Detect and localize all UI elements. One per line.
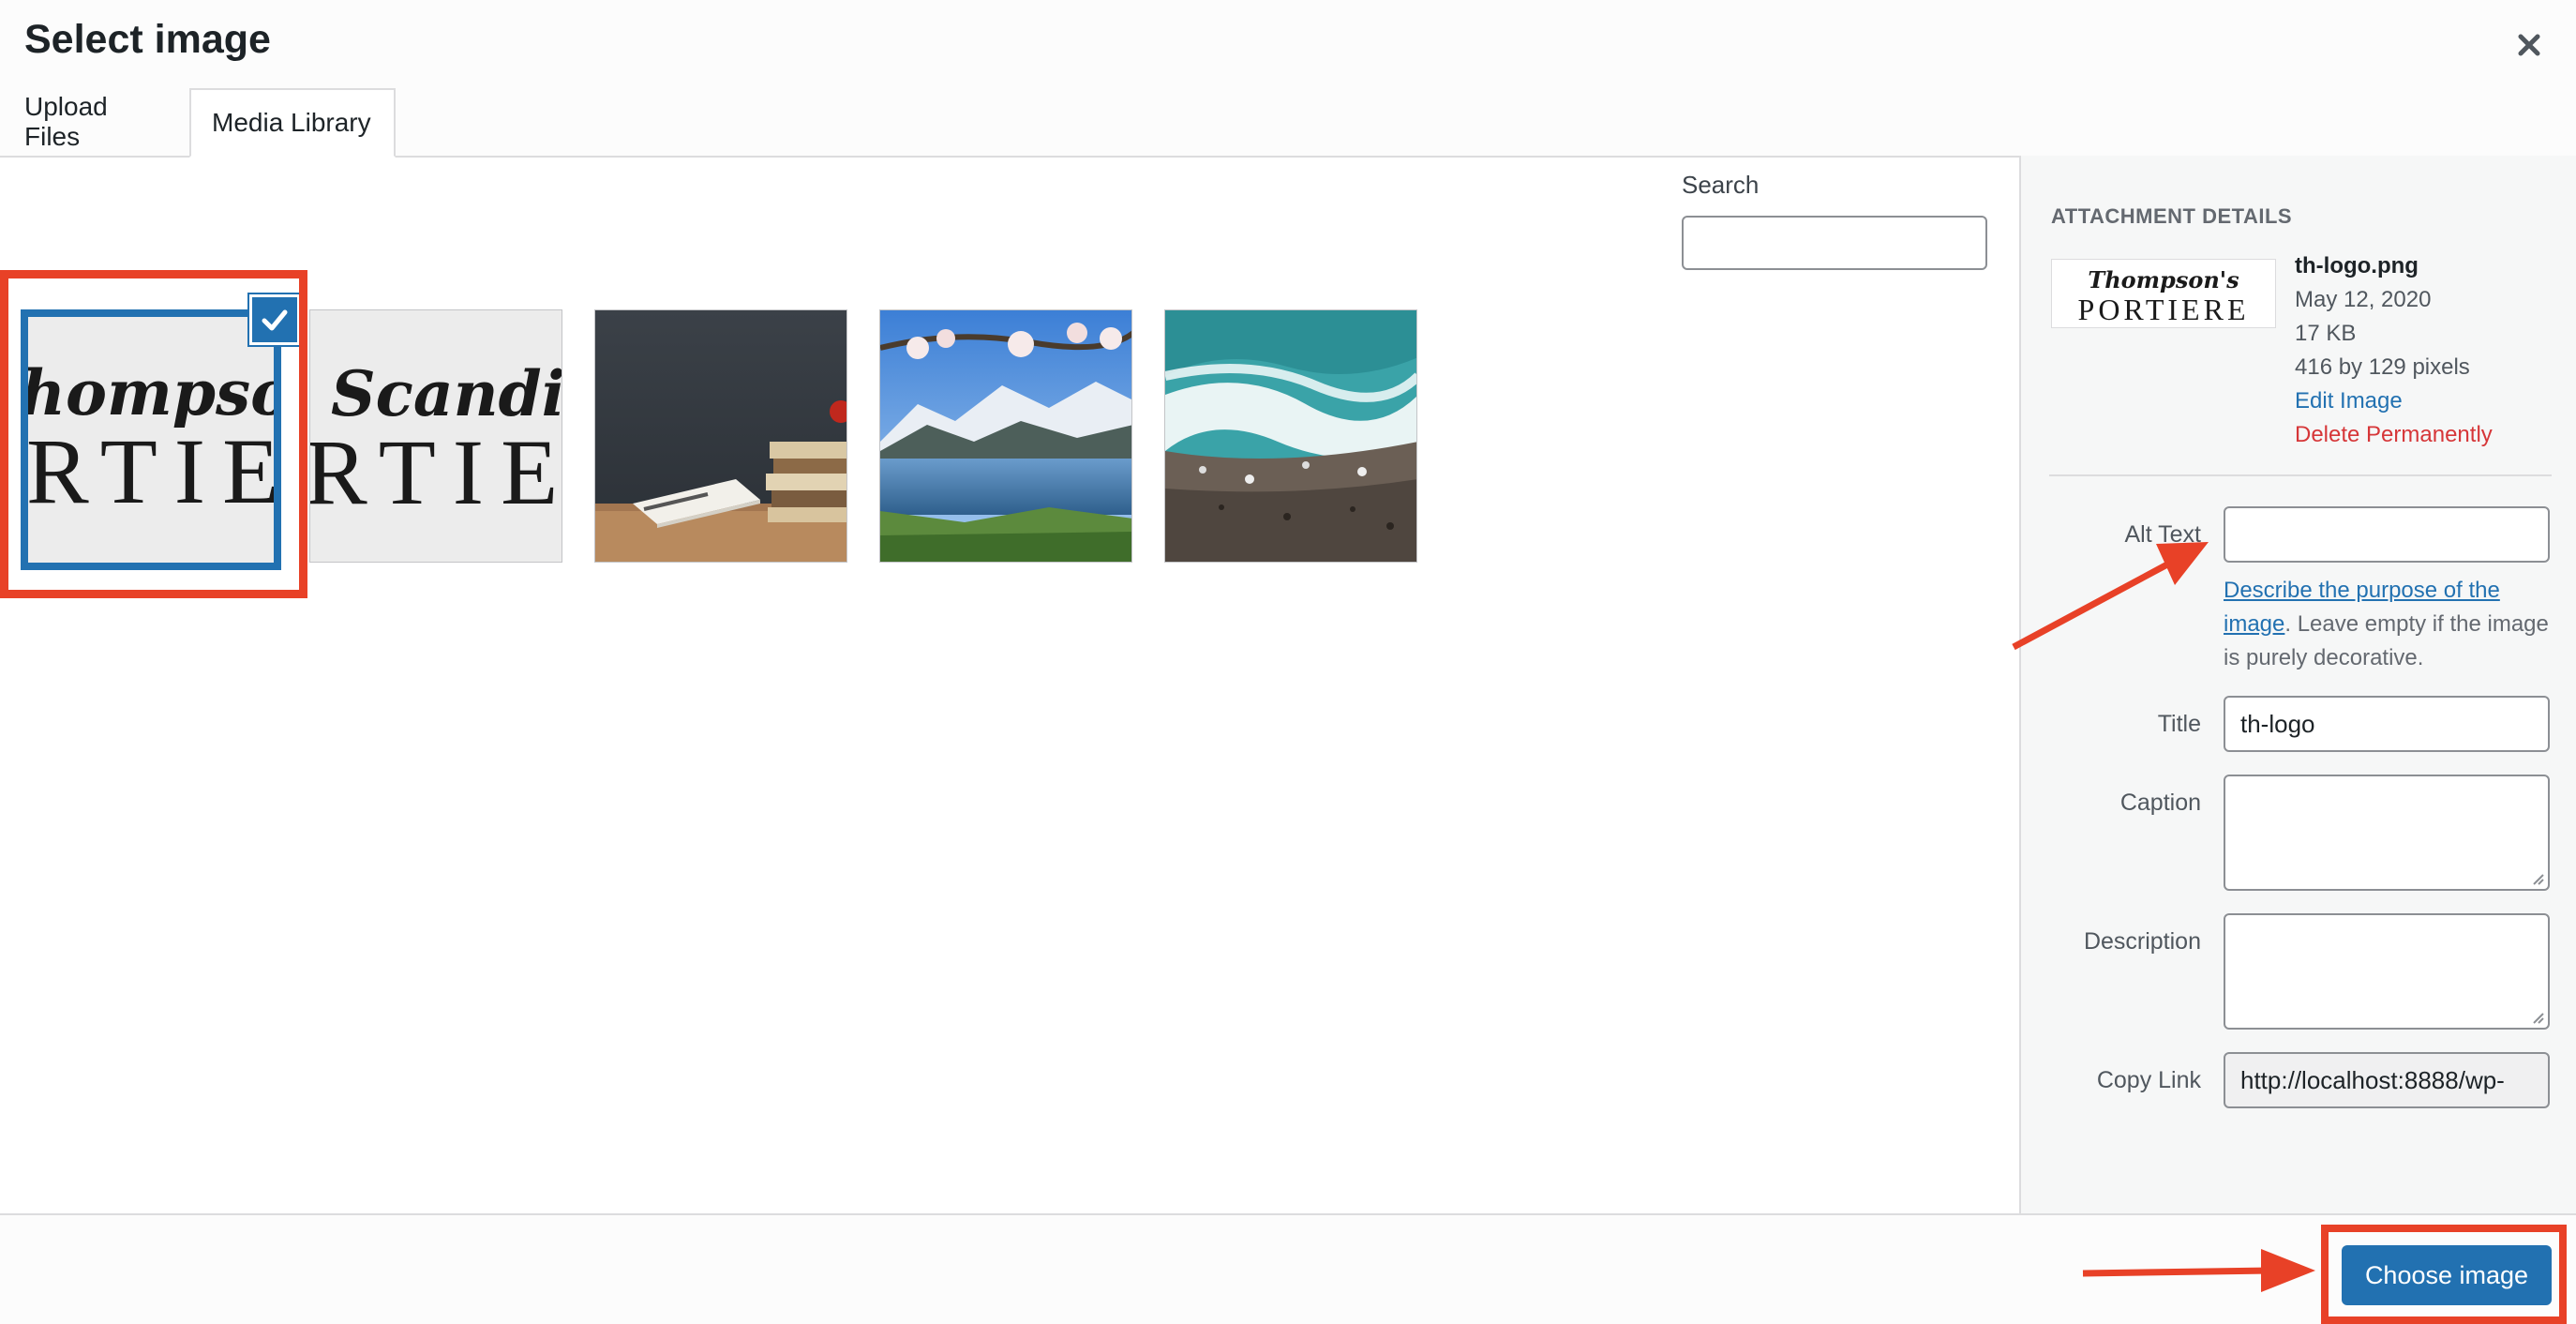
title-label: Title — [2157, 711, 2201, 737]
copy-link-label: Copy Link — [2096, 1067, 2201, 1093]
media-item-fjord-photo[interactable] — [879, 309, 1132, 563]
title-input[interactable]: th-logo — [2224, 696, 2550, 752]
modal-footer — [0, 1213, 2576, 1324]
alt-text-label: Alt Text — [2124, 521, 2201, 548]
modal-header: Select image Upload Files Media Library — [0, 0, 2576, 158]
attachment-thumbnail: Thompson's PORTIERE — [2051, 259, 2276, 328]
choose-image-button[interactable]: Choose image — [2342, 1245, 2552, 1305]
checkmark-icon — [262, 309, 288, 331]
logo-text-line2: RTIE — [28, 419, 274, 523]
resize-handle-icon[interactable] — [2531, 872, 2544, 885]
fjord-photo-image — [880, 310, 1131, 562]
books-photo-image — [595, 310, 846, 562]
caption-textarea[interactable] — [2224, 775, 2550, 891]
attachment-filesize: 17 KB — [2295, 321, 2357, 346]
logo-text-line2: RTIE — [310, 420, 562, 524]
close-button[interactable] — [2505, 21, 2554, 69]
media-item-scandi-logo[interactable]: Scandi RTIE — [309, 309, 562, 563]
attachment-filename: th-logo.png — [2295, 253, 2419, 278]
thumb-text-line2: PORTIERE — [2078, 293, 2250, 326]
media-item-books-photo[interactable] — [594, 309, 847, 563]
selected-check[interactable] — [249, 294, 300, 345]
media-item-ocean-photo[interactable] — [1164, 309, 1417, 563]
description-label: Description — [2083, 928, 2201, 955]
attachment-date: May 12, 2020 — [2295, 287, 2432, 312]
tab-media-library[interactable]: Media Library — [189, 88, 396, 158]
close-icon — [2518, 34, 2540, 56]
details-divider — [2049, 474, 2552, 476]
ocean-photo-image — [1165, 310, 1416, 562]
media-item-thompsons-logo[interactable]: hompson' RTIE — [21, 309, 281, 570]
alt-text-help: Describe the purpose of the image. Leave… — [2224, 574, 2552, 675]
thumb-text-line1: Thompson's — [2088, 266, 2239, 293]
search-label: Search — [1682, 171, 1760, 199]
description-textarea[interactable] — [2224, 913, 2550, 1030]
edit-image-link[interactable]: Edit Image — [2295, 388, 2403, 414]
resize-handle-icon[interactable] — [2531, 1011, 2544, 1024]
search-input[interactable] — [1682, 216, 1987, 270]
delete-permanently-link[interactable]: Delete Permanently — [2295, 422, 2493, 448]
alt-text-input[interactable] — [2224, 506, 2550, 563]
caption-label: Caption — [2119, 790, 2201, 816]
thompsons-logo-image: hompson' RTIE — [28, 317, 274, 563]
copy-link-input[interactable]: http://localhost:8888/wp- — [2224, 1052, 2550, 1108]
scandi-logo-image: Scandi RTIE — [310, 310, 562, 562]
attachment-details-heading: ATTACHMENT DETAILS — [2051, 204, 2293, 228]
tab-upload-files[interactable]: Upload Files — [4, 88, 189, 156]
modal-title: Select image — [24, 17, 271, 62]
attachment-dimensions: 416 by 129 pixels — [2295, 354, 2470, 380]
